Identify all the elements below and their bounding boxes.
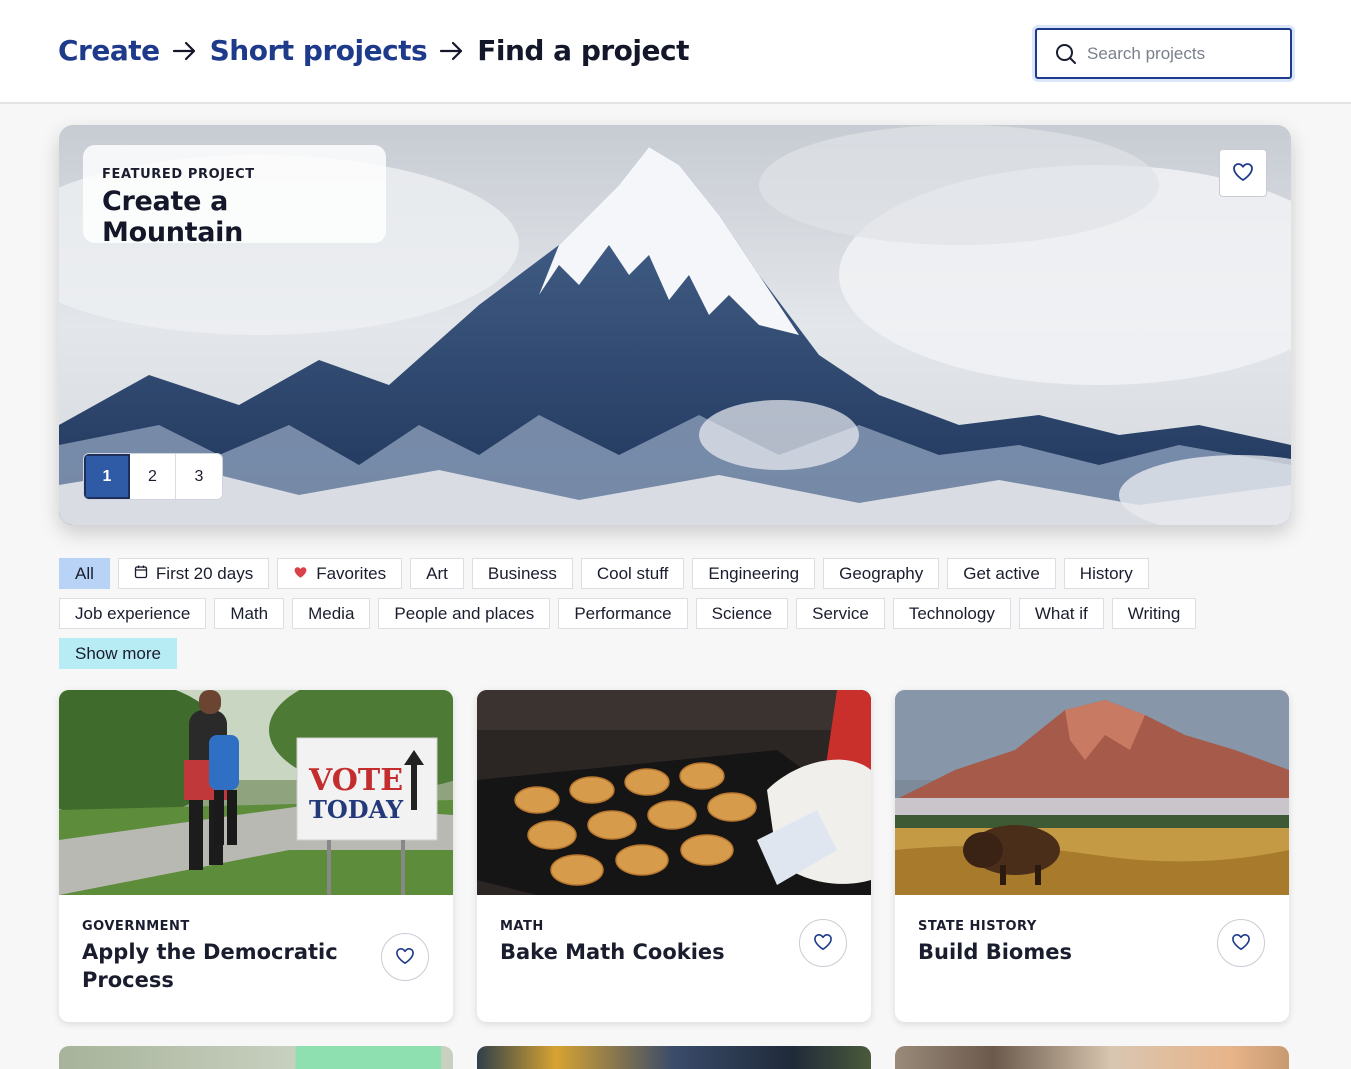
arrow-right-icon xyxy=(439,40,465,62)
card-category: STATE HISTORY xyxy=(918,919,1037,934)
filter-first-20-days[interactable]: First 20 days xyxy=(117,558,270,589)
search-box[interactable] xyxy=(1035,28,1292,79)
filter-what-if[interactable]: What if xyxy=(1018,598,1104,629)
breadcrumb-create-link[interactable]: Create xyxy=(58,34,160,67)
filter-history[interactable]: History xyxy=(1063,558,1149,589)
featured-pager: 1 2 3 xyxy=(83,453,223,500)
card-title[interactable]: Bake Math Cookies xyxy=(500,938,790,966)
filter-favorites[interactable]: Favorites xyxy=(277,558,403,589)
filter-service[interactable]: Service xyxy=(796,598,885,629)
card-body: STATE HISTORY Build Biomes xyxy=(918,919,1208,966)
filter-job-experience[interactable]: Job experience xyxy=(59,598,207,629)
project-card-partial[interactable] xyxy=(59,1046,453,1069)
sign-text-today: TODAY xyxy=(309,795,404,824)
arrow-right-icon xyxy=(172,40,198,62)
favorite-button[interactable] xyxy=(799,919,847,967)
pager-page-3[interactable]: 3 xyxy=(176,454,222,499)
pager-page-1[interactable]: 1 xyxy=(84,454,130,499)
project-card[interactable]: STATE HISTORY Build Biomes xyxy=(895,690,1289,1022)
project-grid: VOTE TODAY GOVERNMENT Apply the Democrat… xyxy=(59,690,1291,1022)
favorite-button[interactable] xyxy=(1219,149,1267,197)
filter-science[interactable]: Science xyxy=(695,598,789,629)
filter-engineering[interactable]: Engineering xyxy=(692,558,816,589)
project-image: VOTE TODAY xyxy=(59,690,453,895)
filter-people-and-places[interactable]: People and places xyxy=(378,598,551,629)
heart-outline-icon xyxy=(813,933,833,954)
featured-label-card: FEATURED PROJECT Create a Mountain xyxy=(83,145,386,248)
pager-page-2[interactable]: 2 xyxy=(130,454,176,499)
featured-project-banner[interactable]: FEATURED PROJECT Create a Mountain 1 2 3 xyxy=(59,125,1291,525)
page-header: Create Short projects Find a project xyxy=(0,0,1351,104)
card-title[interactable]: Apply the Democratic Process xyxy=(82,938,372,994)
card-body: MATH Bake Math Cookies xyxy=(500,919,790,966)
featured-eyebrow: FEATURED PROJECT xyxy=(102,167,255,182)
page-title: Find a project xyxy=(477,34,689,67)
heart-filled-icon xyxy=(293,564,308,584)
filter-performance[interactable]: Performance xyxy=(558,598,688,629)
sign-text-vote: VOTE xyxy=(308,763,403,798)
card-category: MATH xyxy=(500,919,544,934)
project-image xyxy=(895,690,1289,895)
search-icon xyxy=(1055,43,1077,70)
search-input[interactable] xyxy=(1087,42,1277,66)
filter-label: First 20 days xyxy=(155,563,254,583)
breadcrumb: Create Short projects Find a project xyxy=(58,34,689,67)
favorite-button[interactable] xyxy=(1217,919,1265,967)
project-card[interactable]: MATH Bake Math Cookies xyxy=(477,690,871,1022)
card-title[interactable]: Build Biomes xyxy=(918,938,1208,966)
project-card-partial[interactable] xyxy=(477,1046,871,1069)
project-card-partial[interactable] xyxy=(895,1046,1289,1069)
heart-outline-icon xyxy=(395,947,415,968)
project-image xyxy=(477,690,871,895)
filter-label: Favorites xyxy=(316,563,387,583)
calendar-icon xyxy=(134,564,148,584)
filter-row: All First 20 days Favorites Art Business… xyxy=(59,558,1291,589)
filter-art[interactable]: Art xyxy=(410,558,464,589)
category-filters: All First 20 days Favorites Art Business… xyxy=(59,558,1291,678)
filter-all[interactable]: All xyxy=(59,558,110,589)
filter-media[interactable]: Media xyxy=(292,598,371,629)
filter-math[interactable]: Math xyxy=(214,598,285,629)
heart-outline-icon xyxy=(1232,162,1254,185)
filter-get-active[interactable]: Get active xyxy=(947,558,1056,589)
heart-outline-icon xyxy=(1231,933,1251,954)
filter-row: Job experience Math Media People and pla… xyxy=(59,598,1291,629)
card-category: GOVERNMENT xyxy=(82,919,190,934)
filter-business[interactable]: Business xyxy=(471,558,573,589)
project-card[interactable]: VOTE TODAY GOVERNMENT Apply the Democrat… xyxy=(59,690,453,1022)
filter-technology[interactable]: Technology xyxy=(892,598,1011,629)
favorite-button[interactable] xyxy=(381,933,429,981)
card-body: GOVERNMENT Apply the Democratic Process xyxy=(82,919,372,994)
filter-cool-stuff[interactable]: Cool stuff xyxy=(580,558,685,589)
filter-row: Show more xyxy=(59,638,1291,669)
breadcrumb-short-projects-link[interactable]: Short projects xyxy=(210,34,428,67)
project-grid-next-row xyxy=(59,1046,1291,1069)
featured-title[interactable]: Create a Mountain xyxy=(102,186,367,248)
filter-writing[interactable]: Writing xyxy=(1111,598,1197,629)
show-more-button[interactable]: Show more xyxy=(59,638,177,669)
filter-geography[interactable]: Geography xyxy=(823,558,940,589)
